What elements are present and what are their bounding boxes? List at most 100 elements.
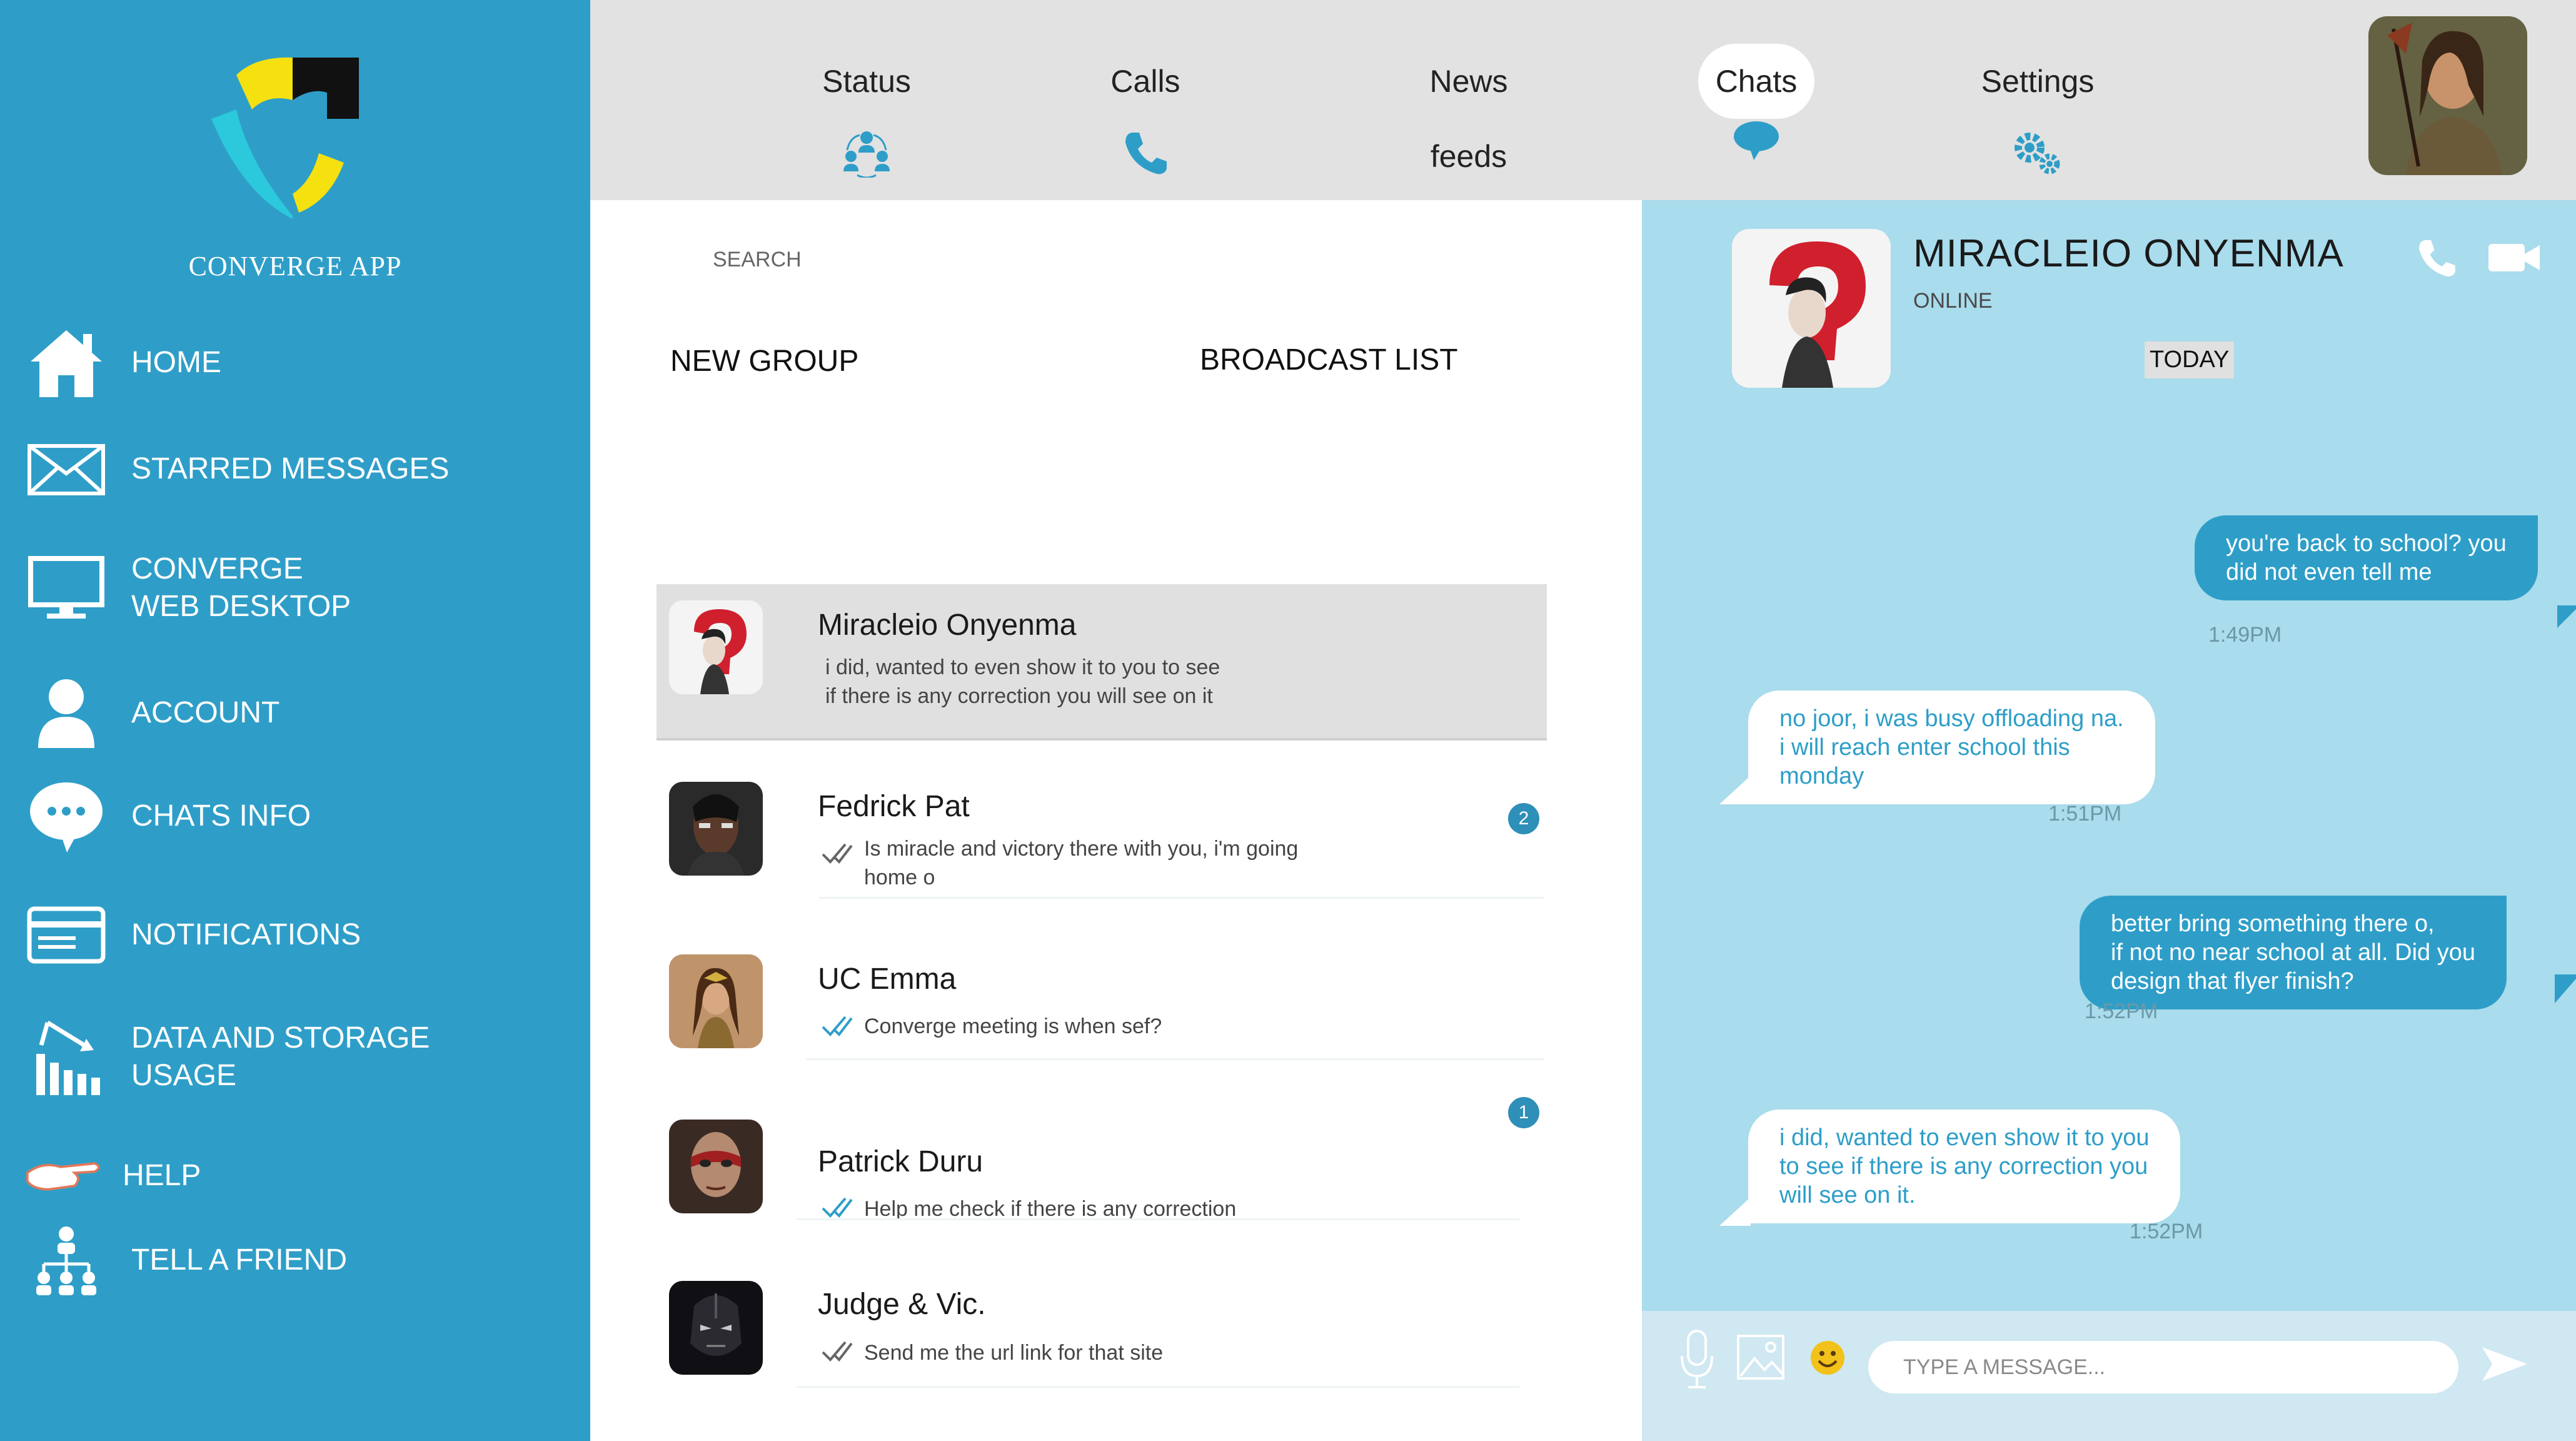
divider xyxy=(819,897,1544,899)
contact-name: Miracleio Onyenma xyxy=(818,609,1077,642)
contact-name: Judge & Vic. xyxy=(818,1288,986,1321)
phone-icon xyxy=(1052,128,1239,178)
sidebar-item-home[interactable]: HOME xyxy=(25,325,575,400)
date-separator: TODAY xyxy=(2145,341,2235,378)
message-bubble-outgoing: better bring something there o, if not n… xyxy=(2080,896,2507,1009)
converge-logo-icon xyxy=(199,50,368,225)
chat-list-panel: SEARCH NEW GROUP BROADCAST LIST Miraclei… xyxy=(590,200,1642,1441)
sidebar-item-tell-friend[interactable]: TELL A FRIEND xyxy=(25,1223,575,1298)
message-composer xyxy=(1642,1311,2576,1441)
sidebar-item-label: STARRED MESSAGES xyxy=(131,452,450,485)
tab-label: Chats xyxy=(1698,44,1815,119)
unread-badge: 1 xyxy=(1508,1097,1539,1128)
broadcast-list-button[interactable]: BROADCAST LIST xyxy=(1200,343,1458,377)
voice-call-button[interactable] xyxy=(2415,233,2458,283)
monitor-icon xyxy=(25,550,108,625)
contact-name: Fedrick Pat xyxy=(818,790,970,823)
sidebar-item-notifications[interactable]: NOTIFICATIONS xyxy=(25,897,575,973)
message-time: 1:52PM xyxy=(2085,999,2158,1023)
contact-avatar[interactable] xyxy=(1732,229,1891,388)
gears-icon xyxy=(1944,128,2131,178)
sidebar-item-chats-info[interactable]: CHATS INFO xyxy=(25,779,575,854)
tab-settings[interactable]: Settings xyxy=(1944,44,2131,188)
message-preview: Send me the url link for that site xyxy=(864,1341,1164,1365)
message-time: 1:52PM xyxy=(2130,1220,2203,1243)
bubble-tail xyxy=(1719,776,1751,804)
microphone-icon[interactable] xyxy=(1677,1328,1717,1391)
sidebar-item-data-storage[interactable]: DATA AND STORAGE USAGE xyxy=(25,1019,575,1095)
sidebar-item-label: CHATS INFO xyxy=(131,799,311,832)
sidebar-item-label: TELL A FRIEND xyxy=(131,1243,347,1277)
message-time: 1:49PM xyxy=(2208,623,2282,647)
card-icon xyxy=(25,897,108,973)
video-camera-icon xyxy=(2488,244,2540,271)
divider xyxy=(797,1386,1519,1388)
sidebar-item-label: ACCOUNT xyxy=(131,696,280,729)
message-input[interactable] xyxy=(1868,1341,2458,1393)
contact-name: UC Emma xyxy=(818,963,957,996)
contact-status: ONLINE xyxy=(1913,289,1993,313)
send-arrow-icon xyxy=(2482,1347,2527,1381)
contact-name: Patrick Duru xyxy=(818,1145,984,1178)
sidebar-item-label: HELP xyxy=(123,1159,201,1192)
contact-name: MIRACLEIO ONYENMA xyxy=(1913,232,2344,275)
sidebar-item-account[interactable]: ACCOUNT xyxy=(25,675,575,751)
message-bubble-incoming: no joor, i was busy offloading na. i wil… xyxy=(1748,690,2155,804)
chat-row[interactable]: Miracleio Onyenma i did, wanted to even … xyxy=(657,584,1547,741)
sidebar-item-help[interactable]: HELP xyxy=(25,1138,575,1213)
emoji-icon[interactable] xyxy=(1809,1340,1846,1376)
app-name: CONVERGE APP xyxy=(188,251,402,281)
message-preview: Converge meeting is when sef? xyxy=(864,1014,1162,1038)
contact-avatar xyxy=(669,1120,763,1213)
profile-avatar[interactable] xyxy=(2368,16,2527,175)
video-call-button[interactable] xyxy=(2486,239,2542,276)
double-check-icon xyxy=(820,841,854,869)
top-nav: Status Calls News feeds Chats Settings xyxy=(590,0,2576,250)
divider xyxy=(797,1218,1519,1220)
chat-row[interactable]: UC Emma Converge meeting is when sef? xyxy=(657,938,1547,1095)
chat-row[interactable]: Judge & Vic. Send me the url link for th… xyxy=(657,1263,1547,1420)
sidebar-item-web-desktop[interactable]: CONVERGE WEB DESKTOP xyxy=(25,550,575,625)
chat-row[interactable]: Patrick Duru Help me check if there is a… xyxy=(657,1097,1547,1257)
sidebar-item-label: NOTIFICATIONS xyxy=(131,918,361,951)
bar-chart-icon xyxy=(25,1019,108,1095)
tab-news-feeds[interactable]: News feeds xyxy=(1375,44,1562,250)
home-icon xyxy=(25,325,108,400)
tab-label: Status xyxy=(822,64,911,99)
bubble-tail xyxy=(1719,1197,1751,1226)
chat-icon xyxy=(1663,119,1850,163)
contact-avatar xyxy=(669,1281,763,1375)
new-group-button[interactable]: NEW GROUP xyxy=(670,344,858,378)
search-input[interactable]: SEARCH xyxy=(713,248,802,272)
tab-calls[interactable]: Calls xyxy=(1052,44,1239,188)
unread-badge: 2 xyxy=(1508,803,1539,834)
image-attach-icon[interactable] xyxy=(1736,1333,1786,1381)
contact-avatar xyxy=(669,954,763,1048)
sidebar-item-starred[interactable]: STARRED MESSAGES xyxy=(25,432,575,507)
tab-label: Calls xyxy=(1110,64,1180,99)
contact-avatar xyxy=(669,782,763,876)
conversation-panel: MIRACLEIO ONYENMA ONLINE TODAY you're ba… xyxy=(1642,200,2576,1441)
message-bubble-incoming: i did, wanted to even show it to you to … xyxy=(1748,1110,2181,1223)
sidebar: CONVERGE APP HOME STARRED MESSAGES CONVE… xyxy=(0,0,590,1441)
divider xyxy=(807,1058,1544,1060)
sidebar-item-label: DATA AND STORAGE USAGE xyxy=(131,1021,430,1092)
sidebar-item-label: CONVERGE WEB DESKTOP xyxy=(131,552,351,623)
network-icon xyxy=(25,1223,108,1298)
chat-bubble-icon xyxy=(25,779,108,854)
message-preview: Is miracle and victory there with you, i… xyxy=(864,837,1299,889)
tab-label: News feeds xyxy=(1429,64,1508,174)
hand-pointer-icon xyxy=(25,1138,108,1213)
people-icon xyxy=(773,128,960,178)
bubble-tail xyxy=(2557,605,2576,628)
double-check-icon xyxy=(820,1013,854,1041)
sidebar-item-label: HOME xyxy=(131,346,221,379)
tab-status[interactable]: Status xyxy=(773,44,960,188)
phone-icon xyxy=(2419,240,2455,277)
user-icon xyxy=(25,675,108,751)
double-check-icon xyxy=(820,1338,854,1367)
envelope-icon xyxy=(25,432,108,507)
tab-chats[interactable]: Chats xyxy=(1663,44,1850,188)
send-button[interactable] xyxy=(2480,1342,2530,1386)
tab-label: Settings xyxy=(1981,64,2095,99)
